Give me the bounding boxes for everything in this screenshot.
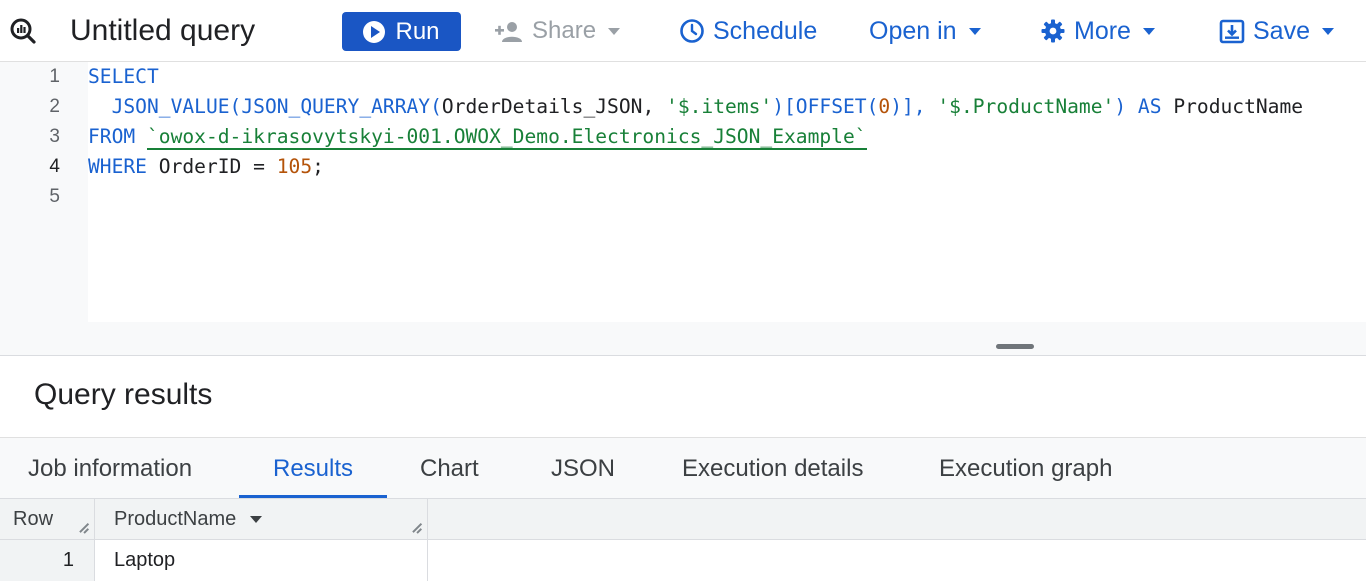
query-icon: [8, 0, 38, 62]
column-resize-grip[interactable]: [77, 521, 91, 535]
code-line[interactable]: WHERE OrderID = 105;: [88, 152, 324, 182]
save-label: Save: [1253, 16, 1310, 45]
code-token: WHERE: [88, 155, 159, 178]
column-separator: [94, 540, 95, 581]
line-number: 2: [49, 96, 60, 117]
column-header-row: Row: [13, 508, 54, 530]
column-separator: [427, 540, 428, 581]
open-in-label: Open in: [869, 16, 957, 45]
code-token: OrderDetails_JSON,: [441, 95, 667, 118]
table-cell[interactable]: Laptop: [114, 540, 175, 581]
caret-down-icon[interactable]: [250, 516, 263, 524]
code-token: '$.ProductName': [937, 95, 1115, 118]
code-token: ) AS: [1114, 95, 1174, 118]
resize-handle[interactable]: [996, 344, 1034, 349]
column-separator: [427, 499, 428, 540]
run-label: Run: [395, 17, 440, 45]
tab-results[interactable]: Results: [273, 438, 353, 500]
code-line[interactable]: FROM `owox-d-ikrasovytskyi-001.OWOX_Demo…: [88, 122, 867, 152]
line-number: 1: [49, 66, 60, 87]
line-number: 4: [49, 156, 60, 177]
active-tab-indicator: [239, 495, 387, 498]
tab-chart[interactable]: Chart: [420, 438, 479, 500]
column-resize-grip[interactable]: [410, 521, 424, 535]
code-token: 105: [276, 155, 313, 178]
tab-json[interactable]: JSON: [551, 438, 615, 500]
code-token: OrderID =: [158, 155, 277, 178]
results-tabs: Job information Results Chart JSON Execu…: [0, 437, 1366, 499]
sql-editor[interactable]: 1 2 3 4 5 SELECT JSON_VALUE(JSON_QUERY_ARRAY…: [0, 62, 1366, 322]
code-token: ProductName: [1173, 95, 1304, 118]
table-reference[interactable]: `owox-d-ikrasovytskyi-001.OWOX_Demo.Elec…: [146, 125, 867, 150]
code-token: 0: [878, 95, 891, 118]
column-header-productname[interactable]: ProductName: [114, 499, 263, 540]
person-add-icon: [495, 22, 522, 42]
results-title: Query results: [34, 378, 213, 411]
tab-job-information[interactable]: Job information: [28, 438, 192, 500]
column-separator: [94, 499, 95, 540]
schedule-label: Schedule: [713, 16, 818, 45]
code-line[interactable]: SELECT: [88, 62, 159, 92]
tab-execution-details[interactable]: Execution details: [682, 438, 863, 500]
query-title[interactable]: Untitled query: [70, 0, 255, 62]
line-number: 3: [49, 126, 60, 147]
code-token: )[OFFSET(: [772, 95, 879, 118]
line-number-gutter: 1 2 3 4 5: [0, 62, 88, 322]
results-table-header: Row ProductName: [0, 499, 1366, 540]
share-button[interactable]: Share: [494, 0, 621, 62]
code-token: )],: [890, 95, 938, 118]
tab-execution-graph[interactable]: Execution graph: [939, 438, 1112, 500]
table-row: 1 Laptop: [0, 540, 1366, 581]
code-token: FROM: [88, 125, 147, 148]
line-number: 5: [49, 186, 60, 207]
run-button[interactable]: Run: [342, 12, 461, 51]
code-token: ;: [312, 155, 324, 178]
caret-down-icon: [968, 27, 981, 35]
gear-icon: [1041, 19, 1065, 43]
save-icon: [1219, 19, 1245, 44]
editor-bottom-space: [0, 322, 1366, 356]
open-in-button[interactable]: Open in: [869, 0, 981, 62]
row-number: 1: [62, 549, 74, 571]
share-label: Share: [532, 17, 597, 44]
more-label: More: [1074, 16, 1131, 45]
code-token: JSON_VALUE(JSON_QUERY_ARRAY(: [88, 95, 442, 118]
caret-down-icon: [1321, 27, 1334, 35]
caret-down-icon: [608, 27, 621, 35]
code-token: '$.items': [666, 95, 773, 118]
panel-divider: [0, 355, 1366, 356]
clock-icon: [680, 19, 704, 43]
more-button[interactable]: More: [1040, 0, 1155, 62]
schedule-button[interactable]: Schedule: [679, 0, 817, 62]
query-toolbar: Untitled query Run Share Schedule Open i…: [0, 0, 1366, 62]
code-line[interactable]: JSON_VALUE(JSON_QUERY_ARRAY(OrderDetails…: [88, 92, 1304, 122]
code-token: SELECT: [88, 65, 159, 88]
save-button[interactable]: Save: [1219, 0, 1334, 62]
play-icon: [363, 20, 386, 43]
column-header-label: ProductName: [114, 508, 237, 530]
caret-down-icon: [1142, 27, 1155, 35]
